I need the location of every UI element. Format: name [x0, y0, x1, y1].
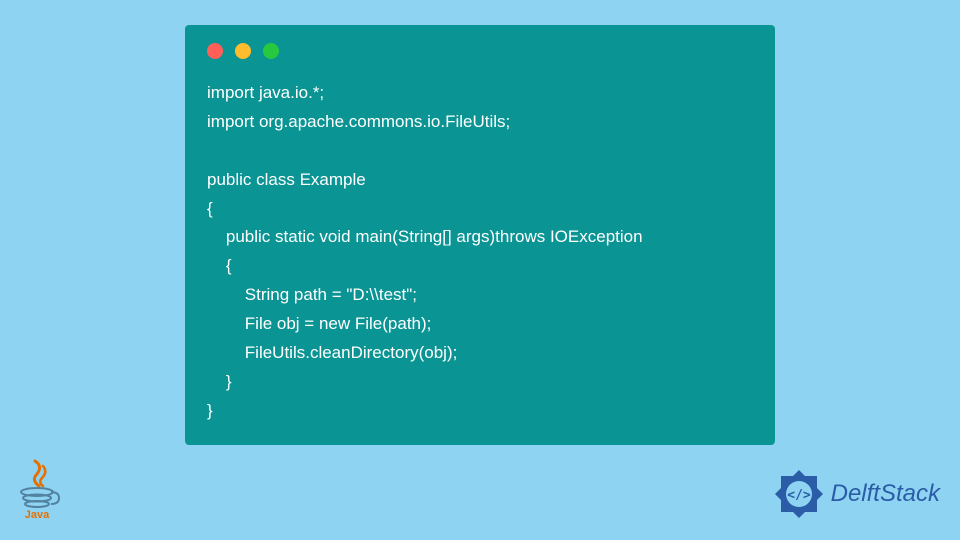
code-line: String path = "D:\\test";: [207, 285, 417, 304]
delftstack-badge-icon: </>: [771, 466, 827, 522]
code-line: import org.apache.commons.io.FileUtils;: [207, 112, 510, 131]
code-block: import java.io.*; import org.apache.comm…: [207, 79, 753, 426]
code-line: public static void main(String[] args)th…: [207, 227, 643, 246]
maximize-icon[interactable]: [263, 43, 279, 59]
code-line: File obj = new File(path);: [207, 314, 431, 333]
svg-text:</>: </>: [787, 488, 811, 503]
close-icon[interactable]: [207, 43, 223, 59]
code-window: import java.io.*; import org.apache.comm…: [185, 25, 775, 445]
code-line: FileUtils.cleanDirectory(obj);: [207, 343, 457, 362]
delftstack-label: DelftStack: [831, 480, 940, 508]
delftstack-logo: </> DelftStack: [771, 466, 940, 522]
java-logo-label: Java: [25, 509, 50, 520]
window-controls: [207, 43, 753, 59]
minimize-icon[interactable]: [235, 43, 251, 59]
code-line: import java.io.*;: [207, 83, 324, 102]
code-line: {: [207, 199, 213, 218]
code-line: }: [207, 372, 232, 391]
code-line: public class Example: [207, 170, 366, 189]
code-line: {: [207, 256, 232, 275]
java-logo-icon: Java: [15, 458, 63, 525]
code-line: }: [207, 401, 213, 420]
